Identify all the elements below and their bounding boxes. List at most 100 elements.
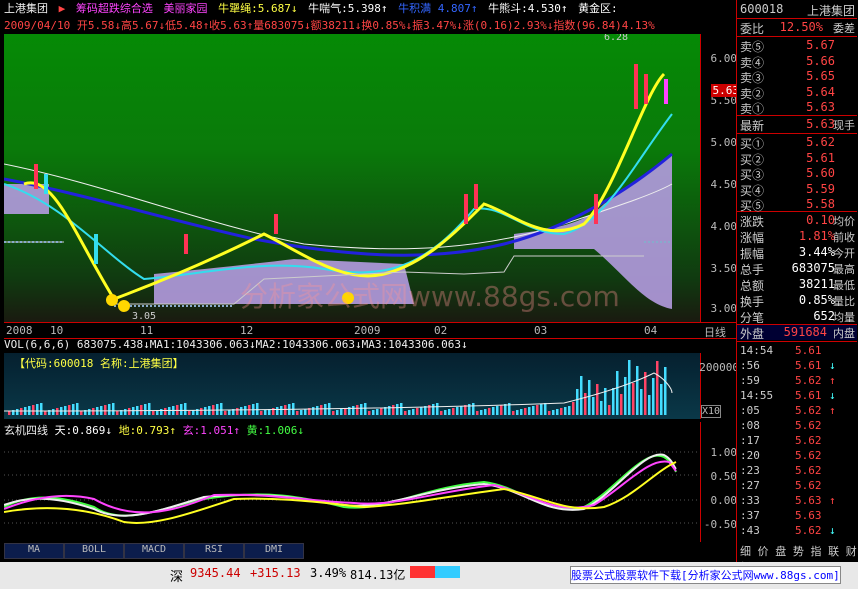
volume-bar bbox=[320, 405, 323, 415]
latest-row: 最新 5.63 现手 bbox=[740, 117, 855, 133]
trade-tick: :56 5.61 ↓ bbox=[740, 359, 836, 372]
tab-ma[interactable]: MA bbox=[4, 543, 64, 559]
market-index: 9345.44 bbox=[190, 566, 241, 580]
formula-header: 上港集团 ▶ 筹码超跌综合选 美丽家园 牛犟绳:5.687↓ 牛喘气:5.398… bbox=[4, 0, 736, 16]
indicator-tick: 0.00 bbox=[710, 494, 738, 507]
stock-title: 上港集团 bbox=[806, 4, 855, 18]
volume-bar bbox=[448, 409, 451, 415]
volume-bar bbox=[284, 405, 287, 415]
stat-row: 振幅 3.44% 今开 bbox=[740, 245, 855, 261]
low-label: 3.05 bbox=[132, 311, 156, 322]
volume-bar bbox=[532, 406, 535, 415]
ad-link[interactable]: 股票公式股票软件下载[分析家公式网www.88gs.com] bbox=[570, 566, 841, 584]
volume-bar bbox=[332, 411, 335, 415]
period-mode[interactable]: 日线 bbox=[704, 324, 726, 340]
volume-bar bbox=[412, 409, 415, 415]
buy-level: 买③ 5.60 bbox=[740, 166, 835, 182]
indicator-value: 牛积满 4.807↑ bbox=[398, 2, 478, 15]
volume-bar bbox=[404, 411, 407, 415]
volume-bar bbox=[276, 407, 279, 415]
volume-bar bbox=[360, 404, 363, 415]
market-pct: 3.49% bbox=[310, 566, 347, 580]
trade-tick: :33 5.63 ↑ bbox=[740, 494, 836, 507]
trade-tick: :17 5.62 bbox=[740, 434, 822, 447]
volume-bar bbox=[416, 408, 419, 415]
trade-tick: :43 5.62 ↓ bbox=[740, 524, 836, 537]
volume-bar bbox=[596, 384, 599, 415]
volume-bar bbox=[204, 407, 207, 415]
volume-bar bbox=[244, 406, 247, 415]
volume-bar bbox=[600, 401, 603, 415]
volume-bar bbox=[36, 404, 39, 415]
volume-bar bbox=[444, 410, 447, 415]
volume-bar bbox=[536, 405, 539, 415]
tab-boll[interactable]: BOLL bbox=[64, 543, 124, 559]
date-label: 2008 bbox=[6, 324, 33, 337]
volume-bar bbox=[616, 371, 619, 415]
volume-bar bbox=[256, 403, 259, 415]
volume-bar bbox=[592, 397, 595, 415]
date-label: 12 bbox=[240, 324, 254, 337]
indicator-series-value: 地:0.793↑ bbox=[118, 424, 176, 437]
volume-bar bbox=[216, 404, 219, 415]
volume-bar bbox=[452, 408, 455, 415]
volume-bar bbox=[396, 404, 399, 415]
volume-bar bbox=[552, 410, 555, 415]
stock-name[interactable]: 上港集团 bbox=[4, 2, 48, 15]
volume-bar bbox=[8, 411, 11, 415]
volume-bar bbox=[44, 411, 47, 415]
volume-bar bbox=[480, 410, 483, 415]
volume-bar bbox=[548, 411, 551, 415]
volume-axis: 200000 X10 bbox=[699, 353, 741, 419]
arrow-icon[interactable]: ▶ bbox=[59, 2, 66, 15]
volume-bar bbox=[68, 405, 71, 415]
indicator-series-value: 黄:1.006↓ bbox=[246, 424, 304, 437]
volume-bar bbox=[440, 411, 443, 415]
volume-bar bbox=[264, 410, 267, 415]
date-label: 02 bbox=[434, 324, 448, 337]
volume-bar bbox=[556, 409, 559, 415]
volume-chart[interactable]: 【代码:600018 名称:上港集团】 bbox=[4, 353, 700, 419]
volume-bar bbox=[632, 383, 635, 415]
volume-bar bbox=[76, 403, 79, 415]
volume-bar bbox=[624, 377, 627, 415]
panel-tabs[interactable]: 细 价 盘 势 指 联 财 析 bbox=[737, 543, 857, 574]
volume-bar bbox=[520, 409, 523, 415]
sell-level: 卖③ 5.65 bbox=[740, 69, 835, 85]
volume-bar bbox=[584, 393, 587, 415]
volume-bar bbox=[340, 409, 343, 415]
indicator-tick: -0.50 bbox=[703, 518, 737, 531]
volume-bar bbox=[300, 410, 303, 415]
volume-bar bbox=[108, 404, 111, 415]
trade-tick: 14:55 5.61 ↓ bbox=[740, 389, 836, 402]
buy-level: 买④ 5.59 bbox=[740, 181, 835, 198]
indicator-name[interactable]: 玄机四线 bbox=[4, 424, 48, 437]
date-label: 2009 bbox=[354, 324, 381, 337]
formula-name[interactable]: 筹码超跌综合选 bbox=[76, 2, 153, 15]
volume-bar bbox=[124, 409, 127, 415]
tab-dmi[interactable]: DMI bbox=[244, 543, 304, 559]
sell-level: 卖① 5.63 bbox=[740, 100, 835, 116]
indicator-axis: 1.00 0.50 0.00 -0.50 bbox=[700, 422, 741, 542]
indicator-value: 牛熊斗:4.530↑ bbox=[488, 2, 568, 15]
sell-level: 卖④ 5.66 bbox=[740, 53, 835, 70]
indicator-chart[interactable] bbox=[4, 437, 700, 542]
volume-bar bbox=[148, 403, 151, 415]
volume-bar bbox=[504, 404, 507, 415]
ma-line-cyan bbox=[4, 113, 673, 281]
volume-bar bbox=[516, 410, 519, 415]
volume-bar bbox=[296, 411, 299, 415]
indicator-value: 牛喘气:5.398↑ bbox=[308, 2, 388, 15]
volume-bar bbox=[280, 406, 283, 415]
volume-bar bbox=[260, 411, 263, 415]
volume-bar bbox=[56, 408, 59, 415]
volume-bar bbox=[472, 403, 475, 415]
volume-unit: X10 bbox=[701, 405, 722, 418]
volume-bar bbox=[572, 402, 575, 415]
indicator-tabs: MA BOLL MACD RSI DMI bbox=[4, 543, 740, 559]
volume-bar bbox=[436, 403, 439, 415]
trade-tick: :27 5.62 bbox=[740, 479, 822, 492]
volume-bar bbox=[188, 411, 191, 415]
tab-macd[interactable]: MACD bbox=[124, 543, 184, 559]
tab-rsi[interactable]: RSI bbox=[184, 543, 244, 559]
